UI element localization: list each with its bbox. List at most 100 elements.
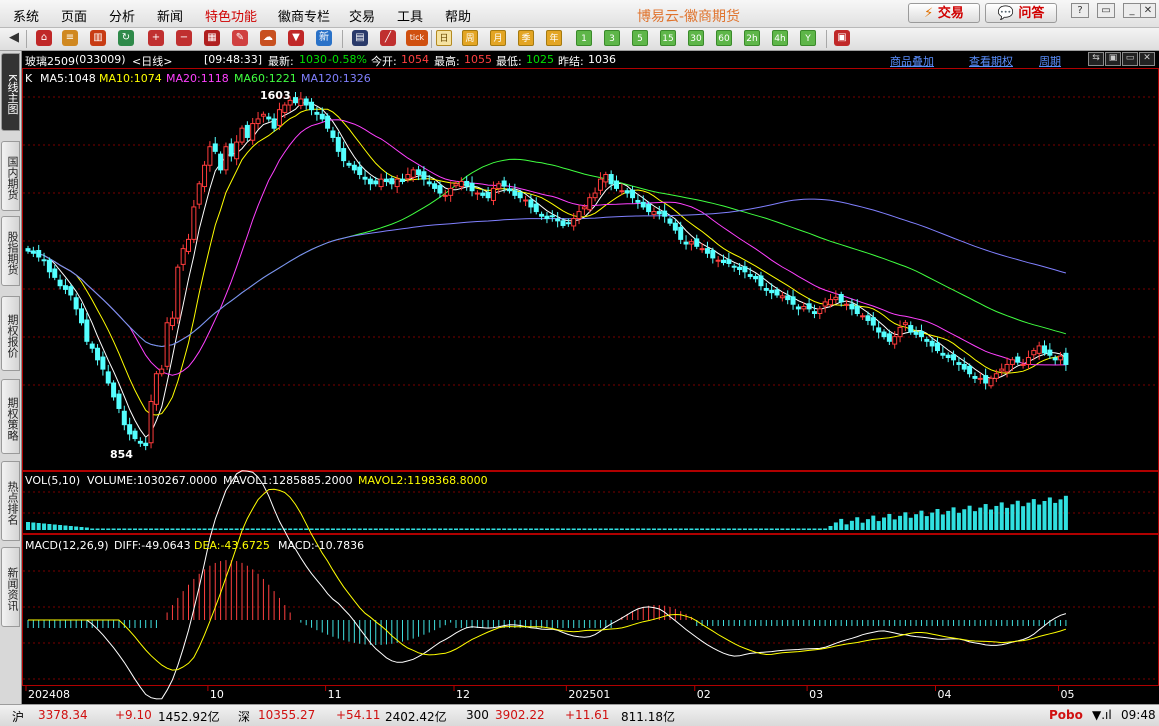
refresh-icon[interactable]: ↻ — [118, 30, 134, 46]
candle-body-72 — [410, 169, 416, 178]
side-tab-option-quotes[interactable]: 期权报价 — [1, 296, 20, 371]
candle-body-117 — [651, 211, 657, 215]
volume-bar-151 — [833, 522, 838, 530]
period-60min-button[interactable]: 60 — [716, 30, 732, 46]
period-y-button[interactable]: Y — [800, 30, 816, 46]
period-5min-button[interactable]: 5 — [632, 30, 648, 46]
menu-trade[interactable]: 交易 — [349, 6, 375, 25]
filter-icon[interactable]: ▼ — [288, 30, 304, 46]
volume-bar-72 — [411, 528, 416, 530]
candle-body-170 — [935, 342, 940, 352]
sz-index: 10355.27 — [258, 708, 316, 722]
side-tab-option-strategy[interactable]: 期权策略 — [1, 379, 20, 454]
menu-help[interactable]: 帮助 — [445, 6, 471, 25]
volume-bar-81 — [459, 528, 464, 530]
candle-body-161 — [886, 333, 892, 342]
volume-bar-52 — [304, 528, 309, 530]
pen-draw-icon[interactable]: ✎ — [232, 30, 248, 46]
period-15min-button[interactable]: 15 — [660, 30, 676, 46]
candle-body-44 — [260, 113, 266, 117]
volume-bar-147 — [812, 528, 817, 530]
candle-body-6 — [57, 279, 63, 287]
side-tab-index-futures[interactable]: 股指期货 — [1, 216, 20, 286]
volume-bar-131 — [726, 528, 731, 530]
candle-body-119 — [662, 210, 668, 217]
candle-body-48 — [282, 104, 288, 113]
candle-body-133 — [737, 266, 743, 270]
line-chart-icon[interactable]: ╱ — [380, 30, 396, 46]
volume-bar-134 — [742, 528, 747, 530]
layout-icon[interactable]: ▣ — [834, 30, 850, 46]
menu-analysis[interactable]: 分析 — [109, 6, 135, 25]
vol-legend-mavol1: MAVOL1:1285885.2000 — [223, 474, 353, 487]
volume-bar-86 — [486, 528, 491, 530]
help-small-icon[interactable]: ? — [1071, 3, 1089, 18]
volume-bar-4 — [47, 524, 52, 530]
menu-news[interactable]: 新闻 — [157, 6, 183, 25]
volume-bar-104 — [582, 528, 587, 530]
ma5-line — [27, 101, 1067, 438]
candle-body-120 — [667, 218, 673, 224]
back-arrow-icon[interactable]: ◀ — [6, 30, 22, 46]
home-icon[interactable]: ⌂ — [36, 30, 52, 46]
period-4h-button[interactable]: 4h — [772, 30, 788, 46]
candle-body-194 — [1063, 352, 1069, 365]
side-tab-news[interactable]: 新闻资讯 — [1, 547, 20, 627]
new-icon[interactable]: 新 — [316, 30, 332, 46]
volume-bar-119 — [662, 528, 667, 530]
candle-body-166 — [913, 331, 919, 335]
period-3min-button[interactable]: 3 — [604, 30, 620, 46]
period-2h-button[interactable]: 2h — [744, 30, 760, 46]
table-view-icon[interactable]: ▤ — [352, 30, 368, 46]
minimize-icon[interactable]: _ — [1123, 3, 1141, 18]
menu-tools[interactable]: 工具 — [397, 6, 423, 25]
candle-body-154 — [849, 303, 855, 310]
period-30min-button[interactable]: 30 — [688, 30, 704, 46]
menu-features[interactable]: 特色功能 — [205, 6, 257, 25]
restore-icon[interactable]: ▭ — [1097, 3, 1115, 18]
candle-body-116 — [646, 203, 652, 213]
candle-body-96 — [539, 213, 545, 217]
zoom-in-icon[interactable]: + — [148, 30, 164, 46]
candle-body-46 — [271, 118, 277, 129]
volume-bar-39 — [234, 528, 239, 530]
volume-bar-91 — [512, 528, 517, 530]
volume-bar-120 — [668, 528, 672, 530]
ask-button[interactable]: 💬 问答 — [985, 3, 1057, 23]
period-week-button[interactable]: 周 — [462, 30, 478, 46]
kline-chart[interactable]: 202408 10 11 12 202501 02 03 04 05 K MA5:1048 MA… — [22, 51, 1159, 704]
tick-chart-icon[interactable]: tick — [406, 30, 428, 46]
side-tab-kline[interactable]: K线主图 — [1, 53, 20, 131]
volume-bar-152 — [839, 518, 844, 530]
period-month-button[interactable]: 月 — [490, 30, 506, 46]
cloud-icon[interactable]: ☁ — [260, 30, 276, 46]
period-day-button[interactable]: 日 — [436, 30, 452, 46]
menu-huishang-column[interactable]: 徽商专栏 — [278, 6, 330, 25]
menu-system[interactable]: 系统 — [13, 6, 39, 25]
side-tab-domestic-futures[interactable]: 国内期货 — [1, 141, 20, 211]
database-icon[interactable]: ≡ — [62, 30, 78, 46]
period-year-button[interactable]: 年 — [546, 30, 562, 46]
volume-bar-170 — [935, 509, 940, 530]
period-quarter-button[interactable]: 季 — [518, 30, 534, 46]
chart-tool-icon[interactable]: ▥ — [90, 30, 106, 46]
zoom-out-icon[interactable]: − — [176, 30, 192, 46]
macd-diff-line — [28, 470, 1067, 700]
close-icon[interactable]: ✕ — [1140, 3, 1156, 18]
candle-body-123 — [683, 241, 689, 245]
trade-button-label: 交易 — [937, 6, 964, 21]
menu-page[interactable]: 页面 — [61, 6, 87, 25]
volume-bar-62 — [357, 528, 362, 530]
side-tab-hot-ranking[interactable]: 热点排名 — [1, 461, 20, 541]
candle-body-178 — [977, 377, 983, 380]
indicator-icon[interactable]: ▦ — [204, 30, 220, 46]
candle-body-81 — [458, 180, 464, 188]
trade-button[interactable]: ⚡ 交易 — [908, 3, 980, 23]
candle-body-90 — [507, 188, 512, 192]
volume-bar-14 — [100, 528, 105, 530]
candle-body-109 — [608, 174, 614, 185]
ma-legend-ma10: MA10:1074 — [99, 72, 162, 85]
candle-body-191 — [1047, 349, 1053, 356]
volume-bar-127 — [705, 528, 710, 530]
period-1min-button[interactable]: 1 — [576, 30, 592, 46]
